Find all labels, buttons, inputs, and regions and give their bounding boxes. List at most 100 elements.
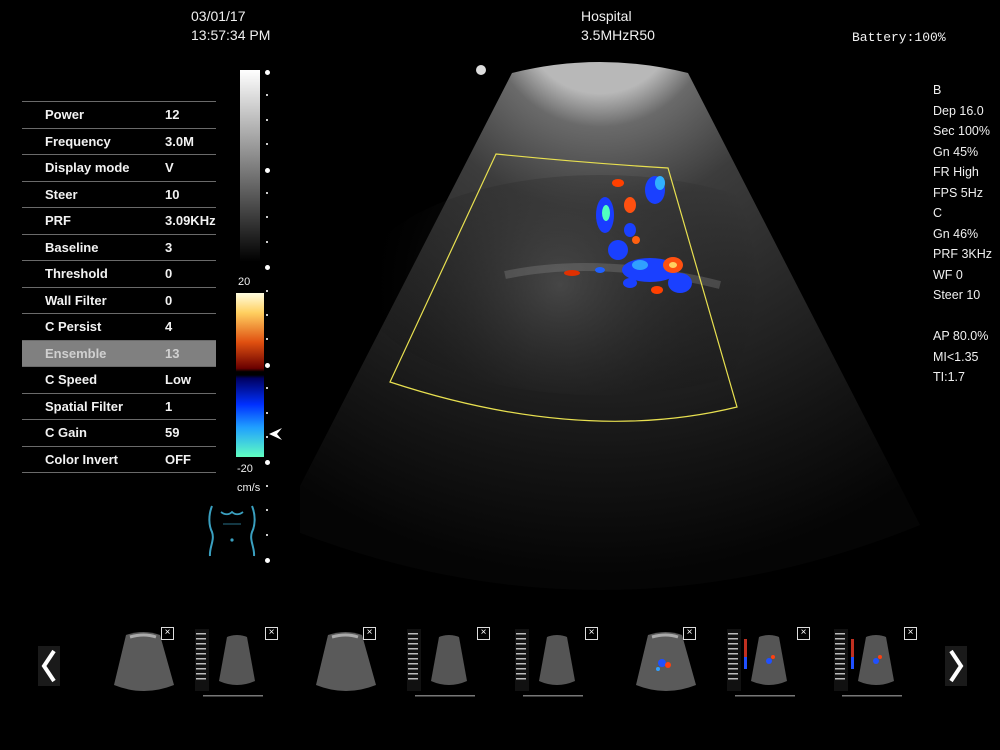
depth-marker-minor — [266, 387, 268, 390]
menu-item-label: Display mode — [45, 160, 130, 175]
chevron-right-icon — [949, 649, 964, 683]
menu-item-label: Power — [45, 107, 85, 122]
thumbnail-image[interactable] — [725, 623, 805, 703]
info-line: AP 80.0% — [933, 329, 989, 343]
depth-marker-major — [265, 460, 270, 466]
info-line: MI<1.35 — [933, 349, 979, 364]
thumbnail-image[interactable] — [405, 623, 485, 703]
depth-marker-minor — [266, 216, 268, 219]
menu-item-steer[interactable]: Steer 10 — [22, 180, 216, 208]
depth-marker-minor — [266, 143, 268, 146]
info-line: C — [933, 206, 943, 220]
close-icon[interactable]: × — [477, 627, 490, 640]
chevron-left-icon — [41, 649, 56, 683]
menu-item-label: Frequency — [45, 133, 111, 149]
exam-date: 03/01/17 — [191, 8, 246, 24]
hospital-name: Hospital — [581, 8, 632, 24]
menu-item-power[interactable]: Power 12 — [22, 101, 216, 128]
next-thumbnails-button[interactable] — [945, 646, 967, 686]
parameter-menu: Power 12 Frequency 3.0M Display mode V Steer 10… — [22, 101, 216, 473]
menu-item-label: C Persist — [45, 319, 102, 334]
menu-item-value: 12 — [165, 107, 180, 122]
menu-item-label: Ensemble — [45, 345, 107, 361]
menu-item-baseline[interactable]: Baseline 3 — [22, 233, 216, 261]
menu-item-label: Baseline — [45, 239, 99, 255]
thumbnail-image[interactable] — [310, 623, 390, 703]
menu-item-label: PRF — [45, 213, 71, 228]
menu-item-c-persist[interactable]: C Persist 4 — [22, 313, 216, 340]
close-icon[interactable]: × — [161, 627, 174, 640]
thumbnail-image[interactable] — [513, 623, 593, 703]
menu-item-label: Wall Filter — [45, 292, 107, 308]
menu-item-spatial-filter[interactable]: Spatial Filter 1 — [22, 392, 216, 420]
info-line: PRF 3KHz — [933, 247, 993, 261]
menu-item-display-mode[interactable]: Display mode V — [22, 154, 216, 181]
depth-marker-minor — [266, 411, 268, 414]
menu-item-value: 3.0M — [165, 133, 194, 149]
ultrasound-image[interactable] — [300, 55, 920, 595]
thumbnail-image[interactable] — [832, 623, 912, 703]
depth-marker-major — [265, 558, 270, 563]
scale-bottom-label: -20 — [237, 463, 253, 475]
close-icon[interactable]: × — [904, 627, 917, 640]
menu-item-c-speed[interactable]: C Speed Low — [22, 366, 216, 393]
color-velocity-bar — [236, 293, 264, 457]
imaging-info-panel: B Dep 16.0 Sec 100% Gn 45% FR High FPS 5Hz C Gn… — [933, 80, 992, 388]
close-icon[interactable]: × — [683, 627, 696, 640]
menu-item-wall-filter[interactable]: Wall Filter 0 — [22, 286, 216, 314]
menu-item-label: Threshold — [45, 266, 108, 281]
info-line: Gn 45% — [933, 144, 979, 159]
thumbnail-image[interactable] — [108, 623, 188, 703]
depth-marker-minor — [266, 240, 268, 243]
menu-item-label: C Gain — [45, 425, 87, 440]
battery-status: Battery:100% — [852, 30, 946, 45]
close-icon[interactable]: × — [363, 627, 376, 640]
close-icon[interactable]: × — [797, 627, 810, 640]
menu-item-value: Low — [165, 372, 191, 387]
exam-time: 13:57:34 PM — [191, 27, 271, 43]
probe-orientation-icon — [476, 65, 486, 75]
menu-item-ensemble[interactable]: Ensemble 13 — [22, 339, 216, 366]
menu-item-value: 13 — [165, 345, 180, 361]
depth-marker-major — [265, 167, 270, 173]
depth-marker-minor — [266, 533, 268, 536]
menu-item-label: Steer — [45, 186, 78, 202]
menu-item-threshold[interactable]: Threshold 0 — [22, 260, 216, 287]
menu-item-prf[interactable]: PRF 3.09KHz — [22, 207, 216, 234]
info-line: Gn 46% — [933, 226, 979, 241]
depth-marker-minor — [266, 118, 268, 121]
thumbnail-image[interactable] — [193, 623, 273, 703]
grayscale-bar — [240, 70, 260, 262]
probe-info: 3.5MHzR50 — [581, 27, 655, 43]
info-line: WF 0 — [933, 267, 963, 282]
scale-top-label: 20 — [238, 276, 251, 288]
menu-item-label: C Speed — [45, 372, 98, 387]
baseline-pointer-icon — [269, 428, 282, 440]
menu-item-value: 0 — [165, 292, 173, 308]
info-line: FR High — [933, 165, 979, 179]
scale-unit-label: cm/s — [237, 482, 261, 494]
prev-thumbnails-button[interactable] — [38, 646, 60, 686]
menu-item-value: 1 — [165, 398, 173, 414]
menu-item-c-gain[interactable]: C Gain 59 — [22, 419, 216, 446]
close-icon[interactable]: × — [585, 627, 598, 640]
depth-marker-minor — [266, 314, 268, 316]
info-line: TI:1.7 — [933, 370, 965, 384]
menu-item-value: 0 — [165, 266, 173, 281]
menu-item-frequency[interactable]: Frequency 3.0M — [22, 127, 216, 155]
depth-marker-minor — [266, 338, 268, 341]
close-icon[interactable]: × — [265, 627, 278, 640]
menu-item-label: Spatial Filter — [45, 398, 124, 414]
depth-marker-minor — [266, 484, 268, 487]
depth-marker-major — [265, 70, 270, 75]
menu-item-color-invert[interactable]: Color Invert OFF — [22, 445, 216, 473]
menu-item-label: Color Invert — [45, 451, 118, 467]
info-line: FPS 5Hz — [933, 185, 984, 200]
menu-item-value: V — [165, 160, 174, 175]
depth-marker-major — [265, 265, 270, 271]
menu-item-value: 3.09KHz — [165, 213, 216, 228]
thumbnail-image[interactable] — [630, 623, 710, 703]
menu-item-value: OFF — [165, 451, 191, 467]
menu-item-value: 59 — [165, 425, 180, 440]
